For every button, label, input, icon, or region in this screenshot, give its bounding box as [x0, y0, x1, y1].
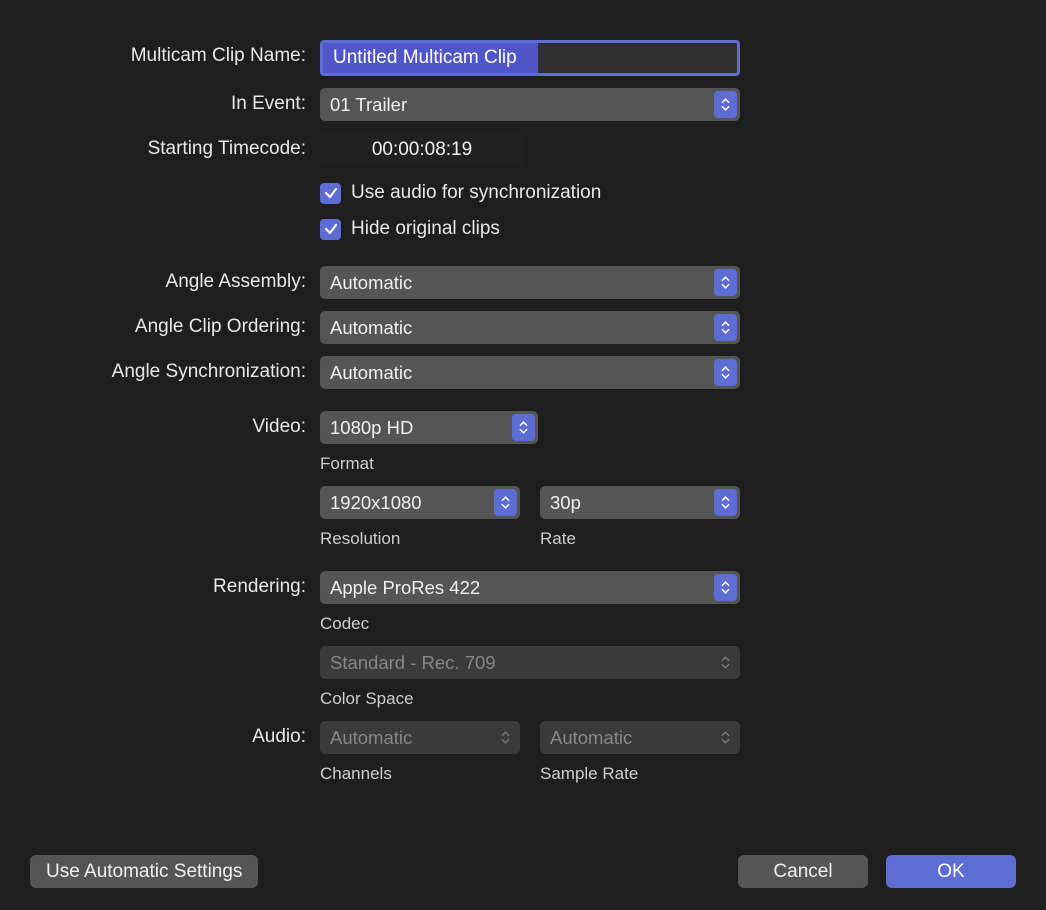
video-rate-value: 30p — [550, 492, 581, 514]
color-space-value: Standard - Rec. 709 — [330, 652, 496, 674]
select-chevrons-icon — [714, 649, 737, 676]
angle-assembly-select[interactable]: Automatic — [320, 266, 740, 299]
audio-channels-sublabel: Channels — [320, 764, 520, 784]
select-chevrons-icon — [714, 269, 737, 296]
starting-timecode-value: 00:00:08:19 — [372, 139, 472, 161]
angle-clip-ordering-value: Automatic — [330, 317, 412, 339]
ok-button[interactable]: OK — [886, 855, 1016, 888]
use-audio-sync-label: Use audio for synchronization — [351, 182, 601, 204]
starting-timecode-input[interactable]: 00:00:08:19 — [320, 133, 524, 166]
ok-label: OK — [937, 861, 964, 883]
cancel-label: Cancel — [773, 861, 832, 883]
hide-original-label: Hide original clips — [351, 218, 500, 240]
select-chevrons-icon — [494, 489, 517, 516]
video-resolution-sublabel: Resolution — [320, 529, 520, 549]
video-rate-sublabel: Rate — [540, 529, 740, 549]
select-chevrons-icon — [494, 724, 517, 751]
in-event-label: In Event: — [30, 88, 320, 115]
starting-timecode-label: Starting Timecode: — [30, 133, 320, 160]
video-format-select[interactable]: 1080p HD — [320, 411, 538, 444]
video-label: Video: — [30, 411, 320, 438]
angle-clip-ordering-label: Angle Clip Ordering: — [30, 311, 320, 338]
angle-assembly-label: Angle Assembly: — [30, 266, 320, 293]
codec-sublabel: Codec — [320, 614, 1016, 634]
video-format-sublabel: Format — [320, 454, 1016, 474]
select-chevrons-icon — [714, 574, 737, 601]
hide-original-checkbox[interactable]: Hide original clips — [320, 214, 1016, 244]
codec-select[interactable]: Apple ProRes 422 — [320, 571, 740, 604]
checkbox-checked-icon — [320, 219, 341, 240]
codec-value: Apple ProRes 422 — [330, 577, 480, 599]
audio-channels-value: Automatic — [330, 727, 412, 749]
angle-clip-ordering-select[interactable]: Automatic — [320, 311, 740, 344]
audio-channels-select: Automatic — [320, 721, 520, 754]
select-chevrons-icon — [714, 359, 737, 386]
rendering-label: Rendering: — [30, 571, 320, 598]
use-audio-sync-checkbox[interactable]: Use audio for synchronization — [320, 178, 1016, 208]
video-rate-select[interactable]: 30p — [540, 486, 740, 519]
in-event-select[interactable]: 01 Trailer — [320, 88, 740, 121]
video-resolution-value: 1920x1080 — [330, 492, 422, 514]
audio-samplerate-value: Automatic — [550, 727, 632, 749]
select-chevrons-icon — [714, 314, 737, 341]
select-chevrons-icon — [512, 414, 535, 441]
angle-sync-label: Angle Synchronization: — [30, 356, 320, 383]
select-chevrons-icon — [714, 91, 737, 118]
in-event-value: 01 Trailer — [330, 94, 407, 116]
color-space-sublabel: Color Space — [320, 689, 1016, 709]
use-automatic-settings-button[interactable]: Use Automatic Settings — [30, 855, 258, 888]
audio-samplerate-select: Automatic — [540, 721, 740, 754]
clip-name-label: Multicam Clip Name: — [30, 40, 320, 67]
angle-assembly-value: Automatic — [330, 272, 412, 294]
use-automatic-settings-label: Use Automatic Settings — [46, 861, 242, 883]
video-resolution-select[interactable]: 1920x1080 — [320, 486, 520, 519]
cancel-button[interactable]: Cancel — [738, 855, 868, 888]
checkbox-checked-icon — [320, 183, 341, 204]
audio-samplerate-sublabel: Sample Rate — [540, 764, 740, 784]
select-chevrons-icon — [714, 724, 737, 751]
audio-label: Audio: — [30, 721, 320, 748]
clip-name-input[interactable] — [320, 40, 740, 76]
color-space-select: Standard - Rec. 709 — [320, 646, 740, 679]
video-format-value: 1080p HD — [330, 417, 413, 439]
select-chevrons-icon — [714, 489, 737, 516]
angle-sync-value: Automatic — [330, 362, 412, 384]
angle-sync-select[interactable]: Automatic — [320, 356, 740, 389]
